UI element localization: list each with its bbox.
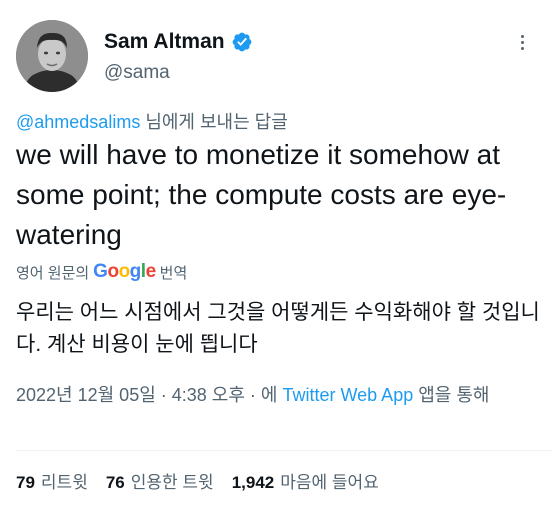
likes-count: 1,942 xyxy=(231,473,275,492)
likes-label: 마음에 들어요 xyxy=(280,473,379,492)
likes-stat[interactable]: 1,942 마음에 들어요 xyxy=(232,468,379,493)
translation-attribution[interactable]: 영어 원문의 Google 번역 xyxy=(16,261,187,283)
avatar-photo xyxy=(16,20,88,92)
avatar[interactable] xyxy=(16,20,88,92)
reply-mention-link[interactable]: @ahmedsalims xyxy=(16,112,140,132)
tweet: Sam Altman @sama @ahmedsalims 님에게 보내는 답글… xyxy=(0,0,552,517)
dot xyxy=(520,34,524,38)
reply-context: @ahmedsalims 님에게 보내는 답글 xyxy=(16,108,288,134)
retweets-stat[interactable]: 79 리트윗 xyxy=(16,468,88,493)
source-app-link[interactable]: Twitter Web App xyxy=(282,385,413,405)
author-display-name[interactable]: Sam Altman xyxy=(104,30,225,54)
source-suffix: 앱을 통해 xyxy=(413,385,490,405)
reply-suffix: 님에게 보내는 답글 xyxy=(140,112,288,132)
tweet-text: we will have to monetize it somehow at s… xyxy=(16,139,507,250)
quotes-label: 인용한 트윗 xyxy=(130,473,214,492)
author-handle[interactable]: @sama xyxy=(104,62,170,84)
dot xyxy=(520,46,524,50)
retweets-count: 79 xyxy=(16,473,35,492)
translation-prefix: 영어 원문의 xyxy=(16,264,90,282)
verified-badge-icon xyxy=(231,31,253,53)
translation-suffix: 번역 xyxy=(159,264,188,282)
quotes-stat[interactable]: 76 인용한 트윗 xyxy=(106,468,214,493)
google-logo: Google xyxy=(93,261,156,282)
retweets-label: 리트윗 xyxy=(40,473,88,492)
author-name-row[interactable]: Sam Altman xyxy=(104,30,253,54)
more-options-icon[interactable] xyxy=(510,30,534,54)
timestamp-link[interactable]: 2022년 12월 05일 · 4:38 오후 · 에 xyxy=(16,385,282,405)
quotes-count: 76 xyxy=(105,473,125,492)
translated-text: 우리는 어느 시점에서 그것을 어떻게든 수익화해야 할 것입니다. 계산 비용… xyxy=(16,301,540,356)
dot xyxy=(520,40,524,44)
tweet-stats: 79 리트윗 76 인용한 트윗 1,942 마음에 들어요 xyxy=(16,468,379,493)
tweet-meta: 2022년 12월 05일 · 4:38 오후 · 에 Twitter Web … xyxy=(16,381,541,409)
divider xyxy=(16,450,552,451)
